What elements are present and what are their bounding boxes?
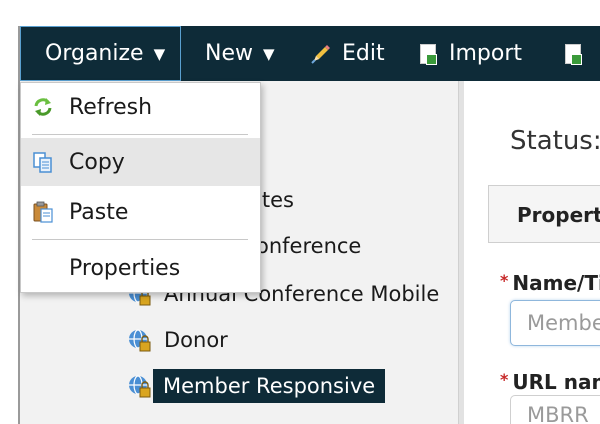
menu-item-paste[interactable]: Paste — [21, 188, 260, 236]
status-label: Status: — [510, 126, 600, 156]
name-title-value: Membe — [527, 311, 600, 335]
new-label: New — [205, 41, 253, 66]
import-icon — [420, 43, 437, 65]
tree-item-label: ites — [256, 188, 294, 212]
required-asterisk: * — [500, 271, 509, 290]
toolbar: Organize ▼ New ▼ Edit Import — [20, 26, 600, 81]
tab-label: Properti — [517, 203, 600, 227]
name-title-label: * Name/Ti — [500, 271, 600, 295]
menu-separator — [32, 134, 248, 135]
organize-dropdown-menu: Refresh Copy Paste Properties — [20, 82, 261, 293]
name-title-input[interactable]: Membe — [510, 300, 600, 346]
edit-label: Edit — [342, 41, 385, 66]
tree-item-label: Donor — [164, 328, 228, 352]
organize-menu-button[interactable]: Organize ▼ — [20, 26, 181, 81]
import-label: Import — [449, 41, 523, 66]
menu-item-copy[interactable]: Copy — [21, 138, 260, 186]
menu-item-label: Refresh — [69, 94, 153, 120]
tab-properties[interactable]: Properti — [488, 185, 600, 243]
menu-item-label: Properties — [69, 255, 181, 281]
tree-item-label: onference — [256, 234, 362, 258]
locked-site-icon — [128, 375, 151, 398]
menu-item-properties[interactable]: Properties — [21, 244, 260, 292]
menu-item-refresh[interactable]: Refresh — [21, 83, 260, 131]
new-menu-button[interactable]: New ▼ — [205, 26, 275, 81]
menu-item-label: Paste — [69, 199, 129, 225]
name-title-label-text: Name/Ti — [512, 271, 600, 295]
copy-icon — [32, 151, 54, 173]
tree-item-member-responsive[interactable]: Member Responsive — [128, 369, 386, 403]
refresh-icon — [32, 96, 54, 118]
url-name-input[interactable]: MBRR — [510, 395, 600, 424]
url-name-value: MBRR — [527, 403, 589, 424]
export-icon — [565, 43, 582, 65]
chevron-down-icon: ▼ — [153, 44, 166, 63]
chevron-down-icon: ▼ — [263, 44, 275, 63]
tree-item-sites[interactable]: ites — [256, 183, 294, 217]
tree-item-donor[interactable]: Donor — [128, 323, 238, 357]
url-name-label-text: URL nam — [512, 370, 600, 394]
details-panel: Status: Properti *Name/Ti Membe *URL nam… — [464, 81, 600, 424]
app-frame: Organize ▼ New ▼ Edit Import ites onfere… — [0, 0, 600, 424]
menu-separator — [32, 239, 248, 240]
export-button[interactable] — [565, 26, 594, 81]
paste-icon — [32, 201, 54, 223]
import-button[interactable]: Import — [420, 26, 522, 81]
edit-button[interactable]: Edit — [310, 26, 385, 81]
tree-item-conference[interactable]: onference — [256, 229, 361, 263]
menu-item-label: Copy — [69, 149, 125, 175]
locked-site-icon — [128, 329, 151, 352]
url-name-label: *URL nam — [500, 370, 600, 394]
required-asterisk: * — [500, 370, 509, 389]
organize-label: Organize — [45, 41, 144, 66]
tree-item-label: Member Responsive — [153, 369, 386, 403]
pencil-icon — [310, 43, 332, 65]
